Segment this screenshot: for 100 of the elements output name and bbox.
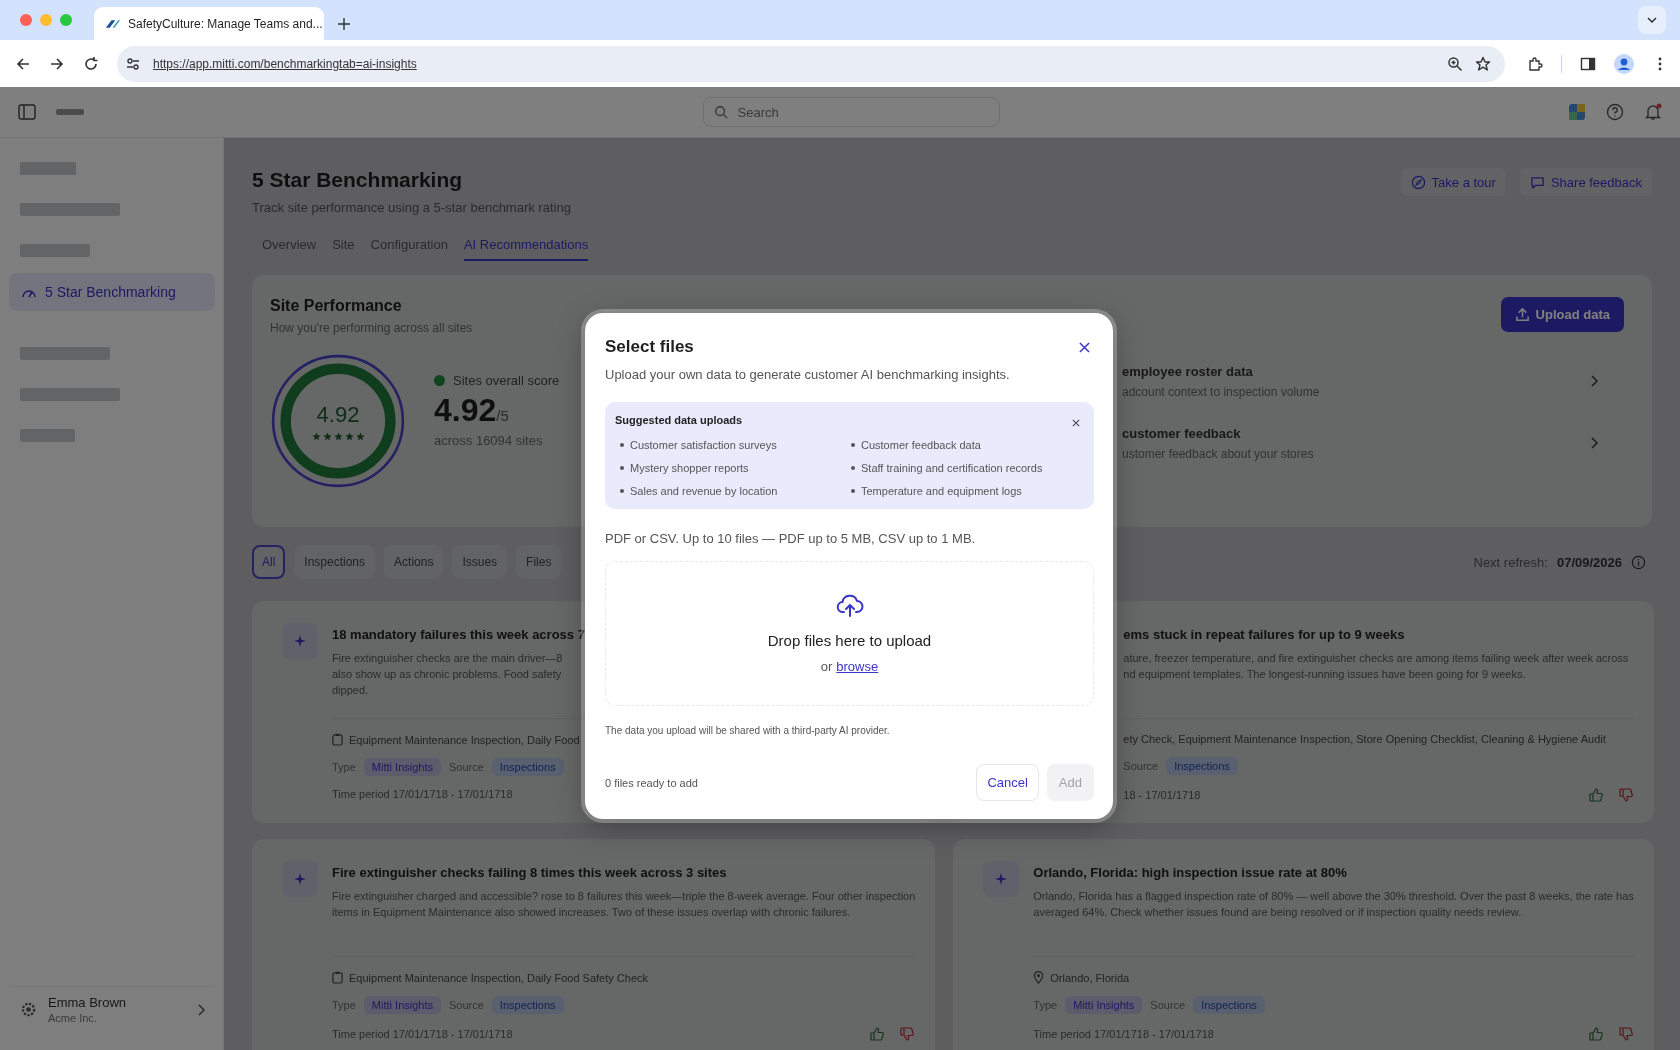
- score-max: /5: [496, 406, 509, 424]
- compass-icon: [1410, 174, 1426, 190]
- site-settings-icon[interactable]: [125, 55, 141, 72]
- sidebar-item[interactable]: 5 Star Benchmarking: [9, 273, 215, 311]
- overall-score: 4.92: [434, 391, 497, 429]
- insight-text: items in Equipment Maintenance also showed increases. Two of these issues overlap with chronic failures.: [332, 905, 851, 920]
- template-list: ety Check, Equipment Maintenance Inspection, Store Opening Checklist, Cleaning & Hygiene Audit: [1123, 733, 1606, 745]
- drop-instructions: Drop files here to upload: [767, 631, 932, 649]
- file-drop-zone[interactable]: Drop files here to upload or browse: [605, 561, 1094, 706]
- thumbs-up-icon[interactable]: [1587, 787, 1604, 803]
- thumbs-up-icon[interactable]: [1587, 1026, 1604, 1042]
- close-window-icon[interactable]: [20, 14, 32, 26]
- insight-text: Fire extinguisher checks are the main driver—8: [332, 651, 563, 666]
- address-bar[interactable]: https://app.mitti.com/benchmarkingtab=ai-insights: [117, 45, 1505, 82]
- suggestion-item: Customer feedback data: [861, 439, 981, 451]
- bullet-icon: [620, 466, 624, 470]
- bullet-icon: [851, 489, 855, 493]
- suggestions-title: Suggested data uploads: [615, 414, 743, 426]
- time-period: Time period 17/01/1718 - 17/01/1718: [332, 1028, 513, 1040]
- source-tag: Inspections: [1193, 996, 1265, 1014]
- suggestion-item: Mystery shopper reports: [630, 462, 749, 474]
- forward-icon[interactable]: [49, 55, 65, 72]
- type-tag: Mitti Insights: [1065, 996, 1143, 1014]
- take-tour-button[interactable]: Take a tour: [1400, 168, 1506, 196]
- reload-icon[interactable]: [83, 55, 99, 72]
- insight-text: Orlando, Florida has a flagged inspection rate of 80% — well above the 30% threshold. Over the past 8 weeks, the rate has: [1033, 889, 1634, 904]
- suggestion-item: Temperature and equipment logs: [861, 485, 1022, 497]
- tab-menu-button[interactable]: [1638, 6, 1666, 34]
- page-title: 5 Star Benchmarking: [252, 168, 464, 192]
- profile-icon[interactable]: [1614, 53, 1634, 74]
- next-refresh-date: 07/09/2026: [1556, 554, 1622, 570]
- organization-name: Acme Inc.: [48, 1012, 98, 1024]
- pin-icon: [1033, 971, 1045, 984]
- search-field[interactable]: Search: [702, 97, 1000, 127]
- feedback-button[interactable]: Share feedback: [1519, 168, 1652, 196]
- info-icon[interactable]: [1631, 554, 1646, 570]
- insight-text: nd equipment templates. The longest-running issues have been going for 9 weeks.: [1123, 667, 1526, 682]
- cloud-upload-icon: [835, 593, 864, 618]
- source-tag: Inspections: [1166, 757, 1238, 775]
- bullet-icon: [851, 443, 855, 447]
- or-label: or: [820, 658, 833, 674]
- source-tag: Inspections: [491, 996, 564, 1014]
- suggestion-item: Customer satisfaction surveys: [630, 439, 777, 451]
- new-tab-icon[interactable]: [338, 18, 350, 30]
- time-period: 18 - 17/01/1718: [1123, 789, 1201, 801]
- suggestion-title: customer feedback: [1122, 425, 1242, 441]
- sparkle-icon: [282, 861, 318, 897]
- thumbs-down-icon[interactable]: [1617, 787, 1634, 803]
- filter-chip[interactable]: All: [252, 545, 286, 579]
- app-switcher-icon[interactable]: [1568, 103, 1586, 121]
- bookmark-star-icon[interactable]: [1475, 55, 1491, 72]
- suggestion-item: Staff training and certification records: [861, 462, 1043, 474]
- filter-chip[interactable]: Inspections: [294, 545, 376, 579]
- insight-title: Fire extinguisher checks failing 8 times this week across 3 sites: [332, 865, 727, 880]
- suggestion-item: Sales and revenue by location: [630, 485, 778, 497]
- cancel-button[interactable]: Cancel: [976, 764, 1039, 801]
- status-dot: [434, 374, 445, 386]
- gear-icon: [21, 1002, 36, 1017]
- dialog-title: Select files: [605, 337, 694, 357]
- thumbs-up-icon[interactable]: [869, 1026, 886, 1042]
- help-icon[interactable]: [1606, 103, 1624, 121]
- upload-data-button[interactable]: Upload data: [1500, 297, 1624, 332]
- sidebar-item-placeholder: [20, 162, 76, 175]
- chat-bubble-icon: [1529, 174, 1545, 190]
- bullet-icon: [620, 489, 624, 493]
- back-icon[interactable]: [15, 55, 31, 72]
- filter-chip[interactable]: Issues: [452, 545, 508, 579]
- insight-title: 18 mandatory failures this week across 7: [332, 627, 585, 642]
- sidebar-toggle-icon[interactable]: [18, 104, 36, 120]
- upload-icon: [1514, 307, 1530, 322]
- side-panel-icon[interactable]: [1580, 55, 1596, 72]
- close-icon[interactable]: [1072, 419, 1080, 427]
- close-icon[interactable]: [1079, 341, 1090, 353]
- template-list: Equipment Maintenance Inspection, Daily Food Safety Check: [349, 971, 648, 984]
- filter-chip[interactable]: Actions: [384, 545, 444, 579]
- insight-title: ems stuck in repeat failures for up to 9 weeks: [1123, 627, 1405, 642]
- notifications-icon[interactable]: [1644, 103, 1662, 121]
- insight-text: dipped.: [332, 683, 369, 698]
- chevron-right-icon: [1590, 375, 1598, 387]
- user-menu[interactable]: Emma Brown Acme Inc.: [9, 986, 215, 1040]
- filter-chip[interactable]: Files: [516, 545, 562, 579]
- tab[interactable]: AI Recommendations: [463, 237, 589, 261]
- bullet-icon: [620, 443, 624, 447]
- thumbs-down-icon[interactable]: [1617, 1026, 1634, 1042]
- time-period: Time period 17/01/1718 - 17/01/1718: [1033, 1028, 1214, 1040]
- chevron-right-icon: [1590, 437, 1598, 449]
- insight-text: ature, freezer temperature, and fire extinguisher checks are among items failing week after week across: [1123, 651, 1629, 666]
- suggestion-title: employee roster data: [1122, 363, 1254, 379]
- user-name: Emma Brown: [48, 995, 127, 1010]
- files-count: 0 files ready to add: [605, 776, 698, 789]
- browser-tab[interactable]: SafetyCulture: Manage Teams and...: [94, 7, 324, 40]
- sparkle-icon: [983, 861, 1020, 897]
- zoom-icon[interactable]: [1447, 55, 1463, 72]
- logo-placeholder: [56, 109, 84, 115]
- extensions-icon[interactable]: [1527, 55, 1543, 72]
- template-list: Equipment Maintenance Inspection, Daily Food: [349, 733, 580, 746]
- thumbs-down-icon[interactable]: [899, 1026, 916, 1042]
- template-list: Orlando, Florida: [1050, 971, 1130, 984]
- browse-link[interactable]: browse: [836, 658, 879, 674]
- clipboard-icon: [332, 971, 343, 984]
